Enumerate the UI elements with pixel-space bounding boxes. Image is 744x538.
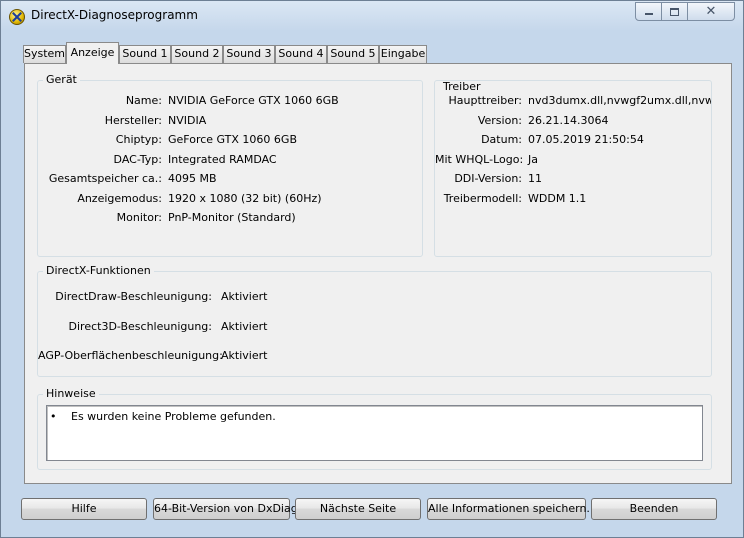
close-button[interactable]: ✕ [687,2,735,21]
directdraw-value: Aktiviert [221,290,268,303]
driver-whql-value: Ja [528,153,538,166]
tab-anzeige[interactable]: Anzeige [66,42,119,64]
minimize-icon [644,13,653,15]
directx-icon [9,9,25,25]
window-title: DirectX-Diagnoseprogramm [31,8,198,22]
driver-whql-label: Mit WHQL-Logo: [435,153,524,166]
agp-label: AGP-Oberflächenbeschleunigung: [38,349,223,362]
device-chiptype-label: Chiptyp: [115,133,162,146]
tab-sound-1[interactable]: Sound 1 [119,45,171,63]
device-manufacturer-label: Hersteller: [104,114,162,127]
next-page-button[interactable]: Nächste Seite [295,498,421,520]
notes-title: Hinweise [43,387,99,401]
driver-group-title: Treiber [440,81,484,94]
driver-model-label: Treibermodell: [443,192,522,205]
tab-sound-3[interactable]: Sound 3 [223,45,275,63]
driver-date-value: 07.05.2019 21:50:54 [528,133,644,146]
driver-version-label: Version: [477,114,522,127]
directx-features-group: DirectX-Funktionen DirectDraw-Beschleuni… [37,264,712,377]
tab-panel: Gerät Name: NVIDIA GeForce GTX 1060 6GB … [24,63,732,484]
tab-sound-2[interactable]: Sound 2 [171,45,223,63]
exit-button[interactable]: Beenden [591,498,717,520]
notes-bullet: • [50,410,57,423]
maximize-icon [670,7,679,16]
device-display-mode-value: 1920 x 1080 (32 bit) (60Hz) [168,192,322,205]
driver-main-label: Haupttreiber: [448,94,522,107]
tab-eingabe[interactable]: Eingabe [379,45,427,63]
device-manufacturer-value: NVIDIA [168,114,207,127]
maximize-button[interactable] [661,2,688,21]
minimize-button[interactable] [635,2,662,21]
agp-value: Aktiviert [221,349,268,362]
direct3d-label: Direct3D-Beschleunigung: [68,320,212,333]
dxdiag-64bit-button[interactable]: 64-Bit-Version von DxDiag [153,498,298,520]
device-display-mode-label: Anzeigemodus: [77,192,162,205]
device-name-label: Name: [125,94,162,107]
device-group-title: Gerät [43,73,80,87]
device-chiptype-value: GeForce GTX 1060 6GB [168,133,297,146]
directx-features-title: DirectX-Funktionen [43,264,154,278]
device-dac-label: DAC-Typ: [113,153,162,166]
title-bar[interactable]: DirectX-Diagnoseprogramm ✕ [1,1,743,31]
device-name-value: NVIDIA GeForce GTX 1060 6GB [168,94,339,107]
device-memory-label: Gesamtspeicher ca.: [48,172,162,185]
help-button[interactable]: Hilfe [21,498,147,520]
driver-ddi-label: DDI-Version: [454,172,522,185]
driver-ddi-value: 11 [528,172,542,185]
device-memory-value: 4095 MB [168,172,217,185]
device-monitor-value: PnP-Monitor (Standard) [168,211,296,224]
driver-version-value: 26.21.14.3064 [528,114,609,127]
direct3d-value: Aktiviert [221,320,268,333]
notes-textbox[interactable]: • Es wurden keine Probleme gefunden. [46,405,703,461]
tab-sound-4[interactable]: Sound 4 [275,45,327,63]
tab-sound-5[interactable]: Sound 5 [327,45,379,63]
close-icon: ✕ [705,4,717,19]
notes-text: Es wurden keine Probleme gefunden. [71,410,276,423]
device-dac-value: Integrated RAMDAC [168,153,277,166]
driver-model-value: WDDM 1.1 [528,192,587,205]
directdraw-label: DirectDraw-Beschleunigung: [55,290,212,303]
save-all-info-button[interactable]: Alle Informationen speichern... [427,498,597,520]
dxdiag-window: DirectX-Diagnoseprogramm ✕ System Anzeig… [0,0,744,538]
driver-date-label: Datum: [481,133,522,146]
device-group: Gerät Name: NVIDIA GeForce GTX 1060 6GB … [37,73,423,257]
tab-system[interactable]: System [23,45,66,63]
driver-main-value: nvd3dumx.dll,nvwgf2umx.dll,nvwgf2 [528,94,712,107]
device-monitor-label: Monitor: [116,211,162,224]
driver-group: Treiber Haupttreiber: nvd3dumx.dll,nvwgf… [434,80,712,257]
notes-group: Hinweise • Es wurden keine Probleme gefu… [37,387,712,470]
